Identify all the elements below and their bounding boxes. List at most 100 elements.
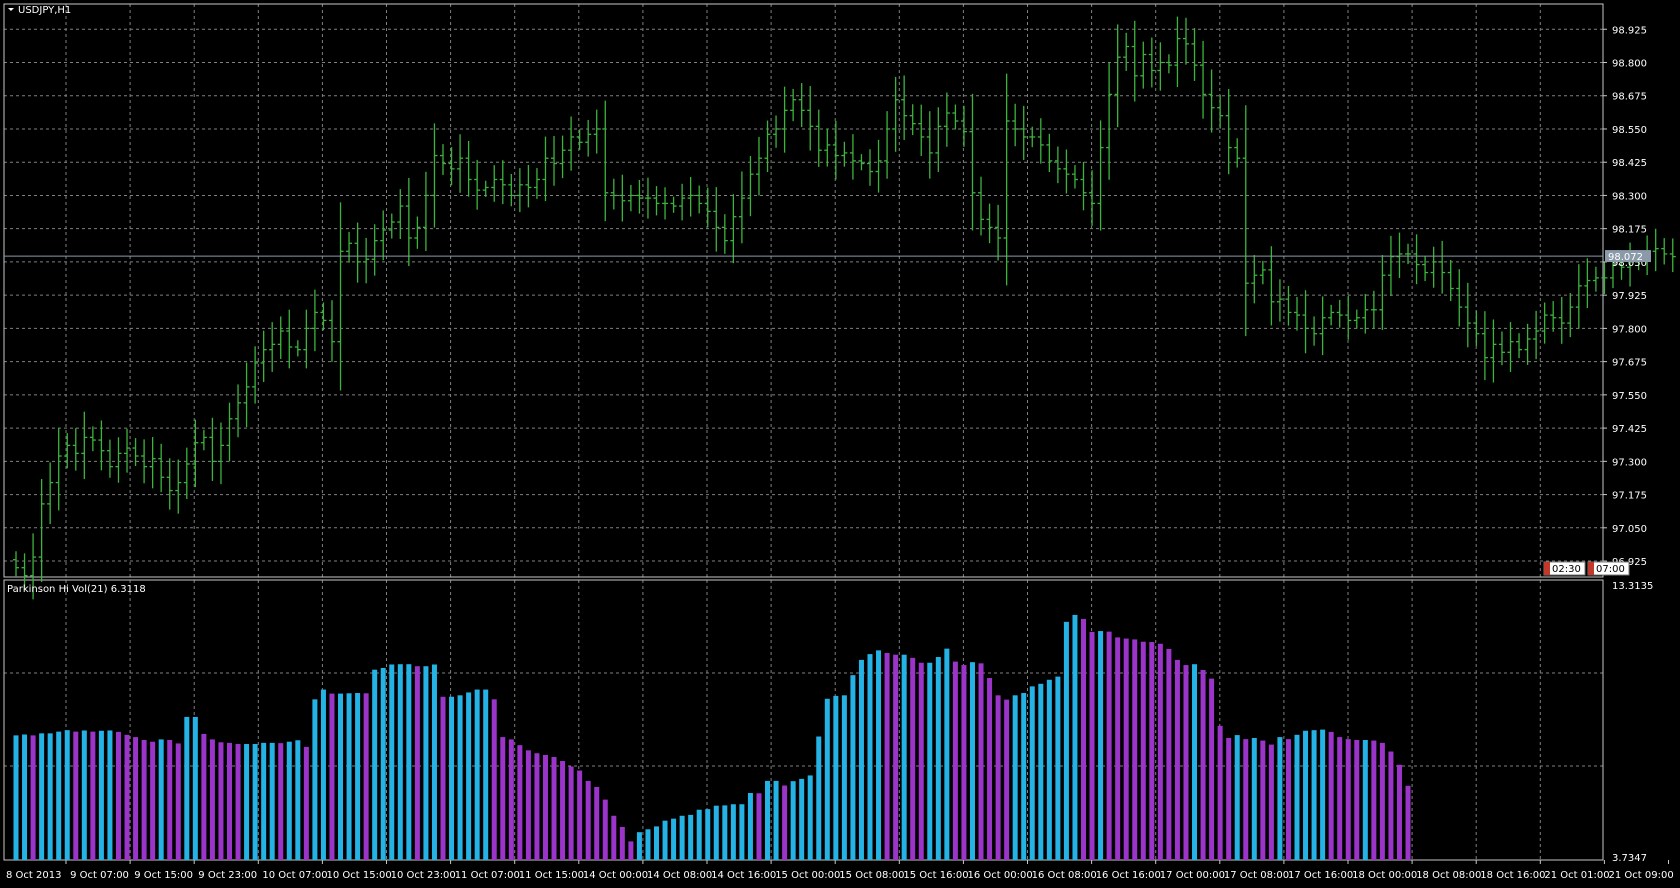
ohlc-bar [764,120,771,172]
volatility-bar [858,659,864,860]
ohlc-bar [465,140,472,197]
ohlc-bar [1191,28,1198,81]
ohlc-bar [192,419,199,488]
volatility-bar [107,730,113,860]
ohlc-bar [1140,41,1147,89]
ohlc-bar [662,187,669,220]
time-tick-label: 16 Oct 00:00 [968,870,1033,881]
ohlc-bar [1276,279,1283,322]
ohlc-bar [1413,234,1420,285]
ohlc-bar [644,177,651,219]
ohlc-bar [576,129,583,150]
ohlc-bar [790,88,797,122]
ohlc-bar [1422,256,1429,282]
ohlc-bar [943,92,950,147]
volatility-bar [346,693,352,860]
volatility-bar [1268,744,1274,860]
volatility-bar [910,657,916,860]
ohlc-bar [13,551,19,577]
ohlc-bar [1396,232,1403,278]
price-tick-label: 98.800 [1612,58,1647,69]
ohlc-bar [918,104,925,156]
ohlc-bar [1353,309,1360,329]
ohlc-bar [269,322,276,372]
volatility-bar [1081,618,1086,860]
volatility-bar [474,689,480,860]
volatility-bar [944,648,950,860]
volatility-bar [244,744,250,860]
time-marker-1[interactable]: 02:30 [1543,561,1586,576]
volatility-bar [1362,739,1368,860]
volatility-bar [987,678,993,860]
time-tick-label: 21 Oct 01:00 [1544,870,1609,881]
volatility-bar [269,742,275,860]
ohlc-bar [738,171,745,244]
time-tick-label: 14 Oct 00:00 [583,870,648,881]
time-tick-label: 16 Oct 16:00 [1096,870,1161,881]
volatility-bar [500,737,506,860]
volatility-bar [1123,638,1129,860]
time-tick-label: 15 Oct 16:00 [903,870,968,881]
time-tick-label: 17 Oct 16:00 [1288,870,1353,881]
ohlc-bar [1592,266,1599,292]
time-tick-label: 16 Oct 08:00 [1032,870,1097,881]
ohlc-bar [226,402,233,462]
volatility-bar [380,667,386,860]
volatility-bar [414,666,420,860]
ohlc-bar [901,75,908,140]
volatility-bar [1183,665,1189,860]
time-marker-2[interactable]: 07:00 [1587,561,1630,576]
ohlc-bar [1550,301,1557,332]
chart-canvas[interactable]: 98.925 98.800 98.675 98.550 98.425 98.300 98.1… [0,0,1680,888]
volatility-bar [739,804,745,860]
volatility-bar [431,664,437,860]
ohlc-bar [1379,255,1386,330]
volatility-bar [747,792,753,860]
symbol-menu[interactable]: USDJPY,H1 [8,5,71,16]
ohlc-bar [721,214,728,254]
time-tick-label: 8 Oct 2013 [6,870,61,881]
ohlc-bar [1046,133,1053,172]
ohlc-bar [559,135,566,179]
volatility-bar [662,820,668,860]
volatility-bar [645,829,651,860]
time-marker-2-flag [1588,562,1594,575]
volatility-bar [13,735,19,860]
volatility-bar [158,739,164,860]
volatility-bar [184,716,190,860]
ohlc-bar [1533,310,1540,360]
ohlc-bar [81,411,88,480]
ohlc-bar [337,202,344,391]
volatility-bar [1217,725,1223,860]
time-tick-label: 14 Oct 08:00 [647,870,712,881]
volatility-bar [790,781,796,860]
volatility-bar [22,734,28,860]
ohlc-bar [47,462,54,525]
volatility-bar [363,693,369,860]
volatility-bar [1260,740,1266,860]
ohlc-bar [260,330,267,382]
ohlc-bar [1319,296,1326,356]
volatility-bar [1209,678,1215,860]
volatility-bar [1200,669,1206,860]
volatility-bar [1277,737,1283,860]
ohlc-bar [627,184,634,212]
ohlc-bar [1439,240,1446,294]
chart-window[interactable]: 98.925 98.800 98.675 98.550 98.425 98.300 98.1… [0,0,1680,888]
volatility-bar [235,744,241,860]
volatility-bar [440,696,446,860]
triangle-down-icon[interactable] [8,8,14,11]
volatility-bar [150,741,156,860]
volatility-bar [1063,621,1069,860]
ohlc-bar [1157,42,1164,91]
ohlc-bar [311,289,318,352]
volatility-bar [303,746,309,860]
ohlc-bar [508,173,515,207]
volatility-bar [47,733,53,860]
ohlc-bar [824,128,831,167]
volatility-bar [978,663,984,860]
volatility-bar [654,826,659,860]
ohlc-bar [679,183,686,221]
ohlc-bar [482,180,489,197]
volatility-bar [1294,734,1300,860]
